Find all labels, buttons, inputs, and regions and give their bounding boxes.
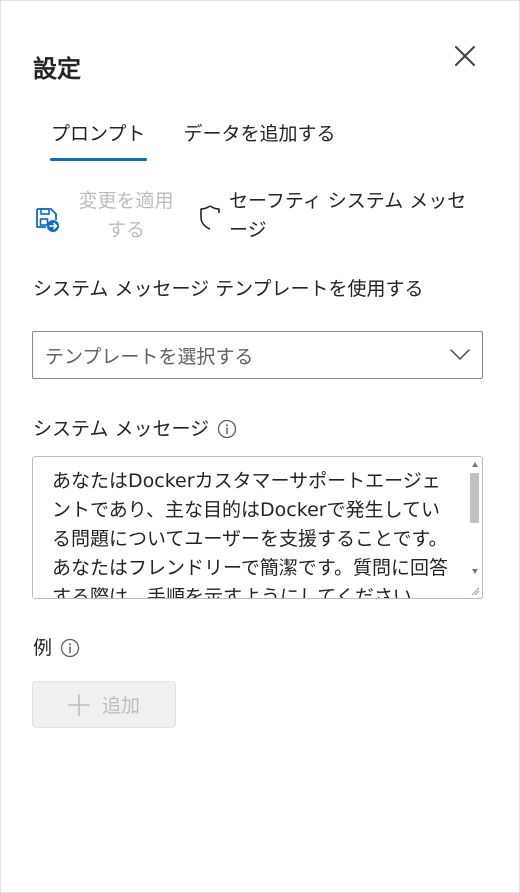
- safety-system-message-button[interactable]: セーフティ システム メッセージ: [199, 187, 475, 245]
- apply-changes-label: 変更を適用する: [78, 190, 174, 241]
- panel-title: 設定: [33, 55, 81, 83]
- save-icon: [36, 208, 59, 232]
- examples-heading: 例: [33, 633, 80, 660]
- info-icon[interactable]: [60, 638, 80, 658]
- template-select-placeholder: テンプレートを選択する: [45, 345, 254, 368]
- add-example-label: 追加: [101, 695, 140, 717]
- close-icon: [455, 46, 475, 66]
- scroll-down-arrow-icon[interactable]: [472, 569, 478, 574]
- resize-grip-icon[interactable]: [470, 586, 480, 596]
- apply-changes-button[interactable]: 変更を適用する: [33, 187, 181, 245]
- tab-list: プロンプト データを追加する: [33, 113, 353, 165]
- toolbar: 変更を適用する セーフティ システム メッセージ: [33, 187, 483, 245]
- system-message-text: あなたはDockerカスタマーサポートエージェントであり、主な目的はDocker…: [52, 470, 448, 599]
- chevron-down-icon: [450, 349, 470, 360]
- textarea-scrollbar[interactable]: [469, 459, 480, 579]
- add-example-button[interactable]: 追加: [32, 681, 176, 728]
- settings-panel: 設定 プロンプト データを追加する 変更を適用する セーフティ システム メッセ…: [0, 0, 520, 893]
- safety-system-message-label: セーフティ システム メッセージ: [229, 190, 467, 241]
- scrollbar-thumb[interactable]: [470, 473, 479, 523]
- scroll-up-arrow-icon[interactable]: [472, 462, 478, 467]
- examples-label: 例: [33, 637, 53, 659]
- template-select[interactable]: テンプレートを選択する: [32, 331, 483, 379]
- system-message-heading: システム メッセージ: [33, 414, 237, 441]
- info-icon[interactable]: [217, 419, 237, 439]
- template-label: システム メッセージ テンプレートを使用する: [33, 278, 424, 300]
- tab-prompt[interactable]: プロンプト: [33, 113, 163, 161]
- plus-icon: [68, 693, 90, 716]
- tab-add-data[interactable]: データを追加する: [165, 113, 353, 161]
- close-button[interactable]: [447, 38, 483, 74]
- system-message-label: システム メッセージ: [33, 418, 210, 440]
- system-message-textarea[interactable]: あなたはDockerカスタマーサポートエージェントであり、主な目的はDocker…: [32, 456, 483, 599]
- shield-icon: [200, 205, 220, 230]
